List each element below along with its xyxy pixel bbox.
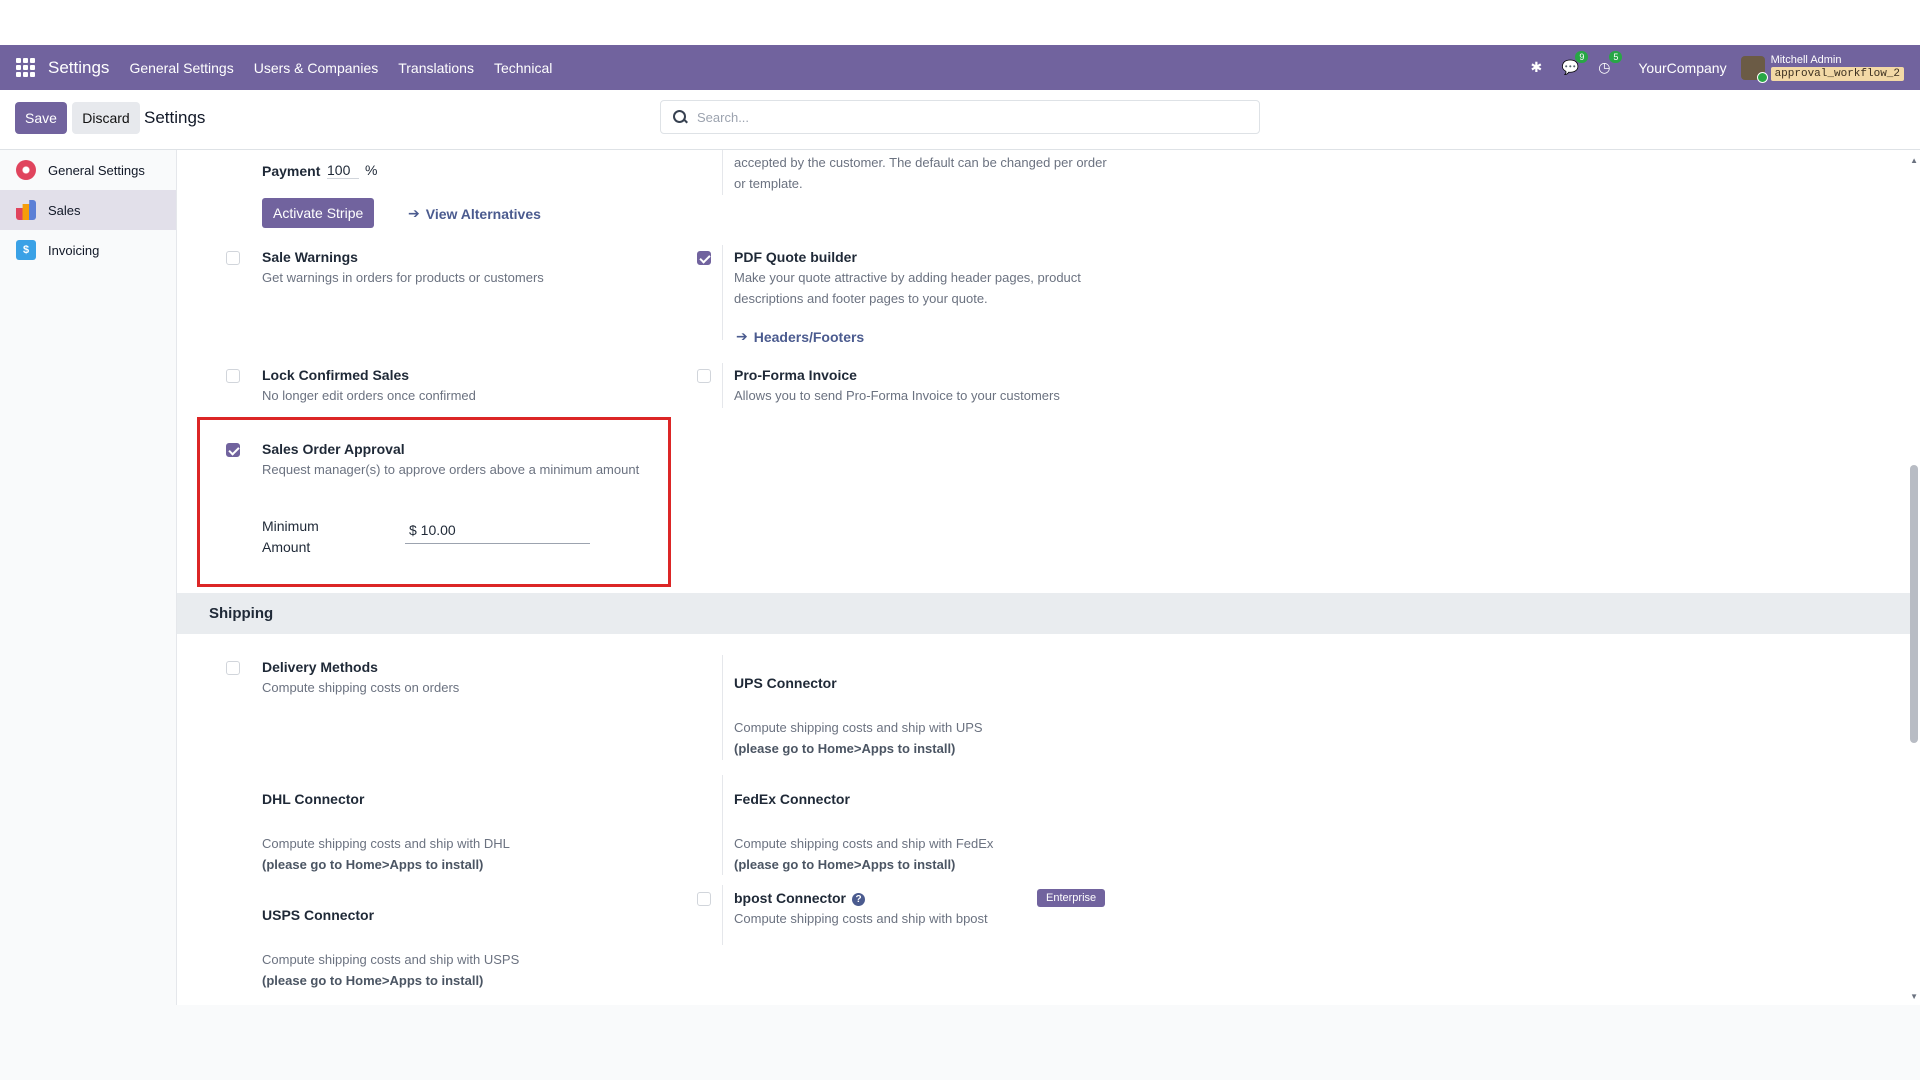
divider: [722, 150, 723, 195]
discard-button[interactable]: Discard: [72, 102, 140, 134]
fedex-connector-title: FedEx Connector: [734, 791, 850, 807]
sales-order-approval-desc: Request manager(s) to approve orders abo…: [262, 462, 640, 477]
invoicing-icon: $: [16, 240, 36, 260]
bpost-connector-desc: Compute shipping costs and ship with bpo…: [734, 911, 988, 926]
quotation-validity-desc: accepted by the customer. The default ca…: [734, 155, 1107, 191]
content-scrollbar[interactable]: ▲ ▼: [1908, 150, 1920, 1005]
avatar: [1740, 55, 1768, 83]
minimum-amount-input[interactable]: $ 10.00: [405, 522, 590, 544]
sale-warnings-desc: Get warnings in orders for products or c…: [262, 270, 544, 285]
sidebar-item-label: General Settings: [48, 162, 145, 178]
view-alternatives-link[interactable]: ➔ View Alternatives: [408, 205, 541, 222]
page-title: Settings: [144, 108, 206, 127]
divider: [722, 775, 723, 875]
user-menu[interactable]: Mitchell Admin approval_workflow_2: [1740, 53, 1904, 83]
delivery-methods-title: Delivery Methods: [262, 659, 378, 675]
sidebar-item-general-settings[interactable]: General Settings: [0, 150, 176, 190]
gear-icon: [16, 160, 36, 180]
divider: [722, 363, 723, 408]
divider: [722, 655, 723, 760]
pro-forma-invoice-checkbox[interactable]: [697, 369, 711, 383]
lock-confirmed-sales-desc: No longer edit orders once confirmed: [262, 388, 476, 403]
sidebar-item-label: Sales: [48, 202, 81, 218]
top-blank-area: [0, 0, 1920, 45]
usps-connector-title: USPS Connector: [262, 907, 375, 923]
arrow-right-icon: ➔: [408, 205, 420, 221]
fedex-connector-desc: Compute shipping costs and ship with Fed…: [734, 836, 994, 851]
delivery-methods-checkbox[interactable]: [226, 661, 240, 675]
fedex-install-note: (please go to Home>Apps to install): [734, 857, 956, 872]
search-input[interactable]: [697, 109, 1237, 125]
sale-warnings-checkbox[interactable]: [226, 251, 240, 265]
lock-confirmed-sales-title: Lock Confirmed Sales: [262, 367, 410, 383]
menu-general-settings[interactable]: General Settings: [129, 60, 233, 76]
help-icon[interactable]: ?: [852, 892, 865, 906]
pro-forma-invoice-desc: Allows you to send Pro-Forma Invoice to …: [734, 388, 1060, 403]
chat-badge: 9: [1575, 50, 1589, 63]
arrow-right-icon: ➔: [736, 328, 748, 344]
scroll-thumb[interactable]: [1910, 465, 1918, 743]
enterprise-badge: Enterprise: [1037, 889, 1106, 907]
sales-icon: [16, 200, 36, 220]
activate-stripe-button[interactable]: Activate Stripe: [262, 198, 375, 228]
bpost-connector-checkbox[interactable]: [697, 892, 711, 906]
chat-icon[interactable]: 💬 9: [1560, 50, 1589, 78]
dhl-connector-title: DHL Connector: [262, 791, 365, 807]
menu-translations[interactable]: Translations: [398, 60, 474, 76]
user-name: Mitchell Admin: [1770, 53, 1842, 66]
minimum-amount-label-line2: Amount: [262, 539, 311, 555]
bottom-blank-area: [0, 1005, 1920, 1080]
dhl-connector-desc: Compute shipping costs and ship with DHL: [262, 836, 510, 851]
sales-order-approval-title: Sales Order Approval: [262, 441, 405, 457]
dhl-install-note: (please go to Home>Apps to install): [262, 857, 484, 872]
sales-order-approval-checkbox[interactable]: [226, 443, 240, 457]
settings-sidebar: General Settings Sales $ Invoicing: [0, 150, 177, 1005]
settings-content: Payment 100 % Activate Stripe ➔ View Alt…: [177, 150, 1920, 1005]
divider: [722, 245, 723, 340]
apps-menu-icon[interactable]: [16, 57, 36, 78]
delivery-methods-desc: Compute shipping costs on orders: [262, 680, 460, 695]
database-tag: approval_workflow_2: [1770, 67, 1904, 82]
payment-percent-input[interactable]: 100: [327, 162, 359, 179]
activity-clock-icon[interactable]: ◷ 5: [1594, 50, 1623, 78]
ups-connector-title: UPS Connector: [734, 675, 837, 691]
main-navbar: Settings General Settings Users & Compan…: [0, 45, 1920, 90]
menu-users-companies[interactable]: Users & Companies: [254, 60, 379, 76]
search-icon: [671, 108, 689, 126]
control-panel: Save Discard Settings: [0, 90, 1920, 150]
navbar-systray: ✱ 💬 9 ◷ 5 YourCompany Mitchell Admin appro…: [1526, 45, 1904, 90]
sale-warnings-title: Sale Warnings: [262, 249, 358, 265]
bug-icon[interactable]: ✱: [1526, 58, 1546, 78]
save-button[interactable]: Save: [15, 102, 67, 134]
headers-footers-link[interactable]: ➔ Headers/Footers: [736, 328, 864, 345]
shipping-section-header: Shipping: [177, 593, 1912, 634]
percent-unit: %: [365, 162, 378, 178]
bpost-connector-title: bpost Connector?: [734, 890, 865, 906]
section-title: Shipping: [209, 605, 274, 622]
pro-forma-invoice-title: Pro-Forma Invoice: [734, 367, 857, 383]
activity-badge: 5: [1609, 50, 1623, 63]
pdf-quote-builder-desc: Make your quote attractive by adding hea…: [734, 270, 1081, 306]
sidebar-item-invoicing[interactable]: $ Invoicing: [0, 230, 176, 270]
divider: [722, 885, 723, 945]
menu-technical[interactable]: Technical: [494, 60, 552, 76]
company-switcher[interactable]: YourCompany: [1638, 60, 1726, 76]
scroll-down-arrow-icon[interactable]: ▼: [1910, 992, 1918, 1001]
sidebar-item-sales[interactable]: Sales: [0, 190, 176, 230]
app-name[interactable]: Settings: [48, 58, 109, 78]
ups-connector-desc: Compute shipping costs and ship with UPS: [734, 720, 983, 735]
usps-connector-desc: Compute shipping costs and ship with USP…: [262, 952, 520, 967]
lock-confirmed-sales-checkbox[interactable]: [226, 369, 240, 383]
pdf-quote-builder-title: PDF Quote builder: [734, 249, 857, 265]
search-bar[interactable]: [660, 100, 1260, 134]
payment-label: Payment: [262, 163, 321, 179]
sidebar-item-label: Invoicing: [48, 242, 100, 258]
ups-install-note: (please go to Home>Apps to install): [734, 741, 956, 756]
scroll-up-arrow-icon[interactable]: ▲: [1910, 156, 1918, 165]
usps-install-note: (please go to Home>Apps to install): [262, 973, 484, 988]
minimum-amount-label-line1: Minimum: [262, 518, 319, 534]
pdf-quote-builder-checkbox[interactable]: [697, 251, 711, 265]
